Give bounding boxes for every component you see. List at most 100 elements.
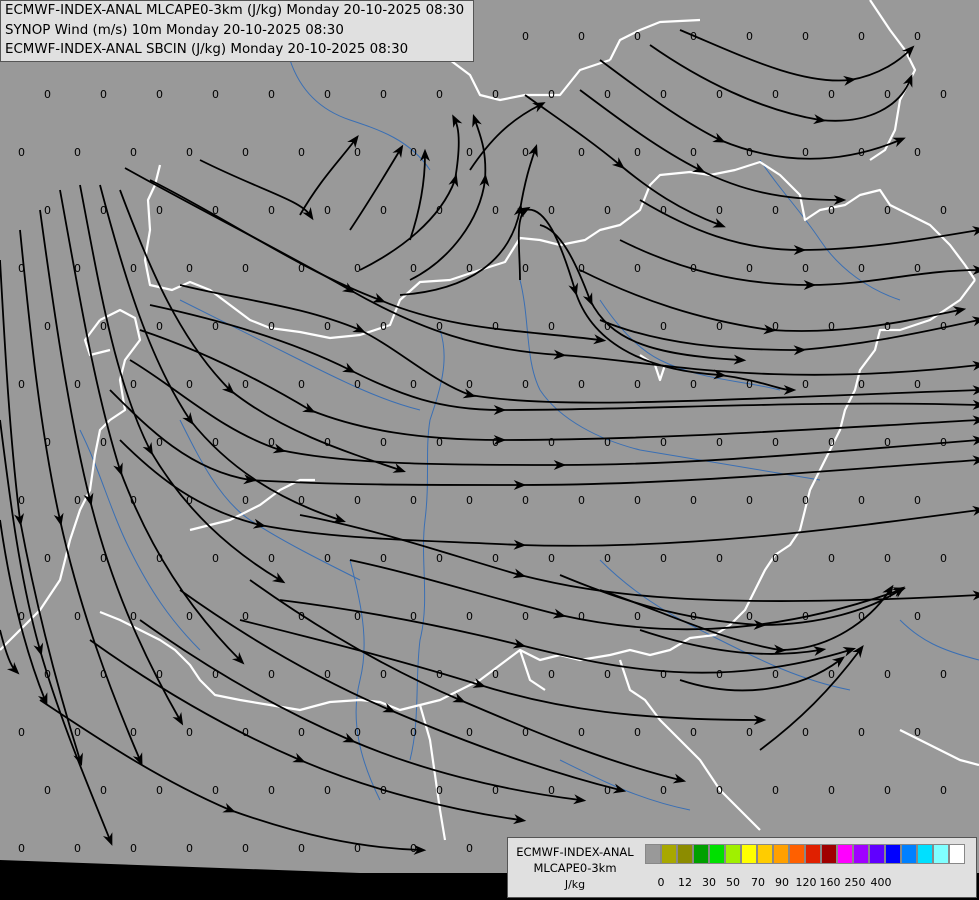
station-value: 0 — [492, 436, 499, 449]
legend-swatch — [917, 844, 933, 864]
legend-swatch — [661, 844, 677, 864]
station-value: 0 — [828, 784, 835, 797]
station-value: 0 — [18, 610, 25, 623]
station-value: 0 — [634, 146, 641, 159]
legend-tick-label: 0 — [657, 876, 665, 889]
station-value: 0 — [884, 436, 891, 449]
station-value: 0 — [802, 378, 809, 391]
station-value: 0 — [410, 262, 417, 275]
station-value: 0 — [354, 842, 361, 855]
weather-map: 0 0 0 0 0 0 0 0 0 0 0 0 0 0 0 0 0 0 0 0 0 0 0 0 0 0 0 0 0 0 0 0 0 0 0 0 0 0 0 0… — [0, 0, 979, 900]
station-value: 0 — [324, 320, 331, 333]
station-value: 0 — [268, 668, 275, 681]
station-value: 0 — [100, 88, 107, 101]
station-value: 0 — [268, 552, 275, 565]
station-value: 0 — [242, 842, 249, 855]
station-value: 0 — [242, 146, 249, 159]
station-value: 0 — [828, 552, 835, 565]
station-value: 0 — [354, 378, 361, 391]
station-value: 0 — [186, 262, 193, 275]
station-value: 0 — [186, 610, 193, 623]
station-value: 0 — [690, 30, 697, 43]
station-value: 0 — [156, 88, 163, 101]
station-value: 0 — [914, 146, 921, 159]
station-value: 0 — [380, 668, 387, 681]
station-value: 0 — [660, 204, 667, 217]
legend-tick-label: 400 — [870, 876, 892, 889]
station-value: 0 — [156, 204, 163, 217]
station-value: 0 — [772, 204, 779, 217]
station-value: 0 — [492, 88, 499, 101]
station-value: 0 — [802, 146, 809, 159]
header-title-wind: SYNOP Wind (m/s) 10m Monday 20-10-2025 0… — [5, 22, 344, 38]
station-value: 0 — [466, 610, 473, 623]
station-value: 0 — [436, 88, 443, 101]
station-value: 0 — [410, 726, 417, 739]
legend-swatch — [789, 844, 805, 864]
station-value: 0 — [242, 378, 249, 391]
station-value: 0 — [522, 378, 529, 391]
station-value: 0 — [298, 726, 305, 739]
station-value: 0 — [746, 494, 753, 507]
station-value: 0 — [940, 320, 947, 333]
station-value: 0 — [436, 552, 443, 565]
station-value: 0 — [772, 436, 779, 449]
station-value: 0 — [44, 88, 51, 101]
station-value: 0 — [410, 610, 417, 623]
station-value: 0 — [578, 726, 585, 739]
station-value: 0 — [18, 262, 25, 275]
station-value: 0 — [44, 320, 51, 333]
station-value: 0 — [380, 204, 387, 217]
station-value: 0 — [298, 262, 305, 275]
station-value: 0 — [100, 668, 107, 681]
station-value: 0 — [660, 436, 667, 449]
station-value: 0 — [660, 320, 667, 333]
station-value: 0 — [186, 378, 193, 391]
station-value: 0 — [940, 668, 947, 681]
station-value: 0 — [44, 204, 51, 217]
station-value: 0 — [268, 204, 275, 217]
station-value: 0 — [242, 494, 249, 507]
station-value: 0 — [884, 88, 891, 101]
station-value: 0 — [634, 378, 641, 391]
station-value: 0 — [884, 668, 891, 681]
station-value: 0 — [44, 784, 51, 797]
station-value: 0 — [634, 494, 641, 507]
station-value: 0 — [298, 610, 305, 623]
station-value: 0 — [130, 726, 137, 739]
station-value: 0 — [716, 436, 723, 449]
station-value: 0 — [772, 784, 779, 797]
station-value: 0 — [44, 552, 51, 565]
station-value: 0 — [212, 88, 219, 101]
station-value: 0 — [548, 204, 555, 217]
station-value: 0 — [716, 88, 723, 101]
legend-title-line1: ECMWF-INDEX-ANAL — [516, 845, 634, 859]
station-value: 0 — [548, 784, 555, 797]
station-value: 0 — [130, 610, 137, 623]
station-value: 0 — [380, 784, 387, 797]
station-value: 0 — [746, 262, 753, 275]
station-value: 0 — [634, 262, 641, 275]
station-value: 0 — [410, 378, 417, 391]
station-value: 0 — [130, 842, 137, 855]
station-value: 0 — [772, 552, 779, 565]
station-value: 0 — [914, 30, 921, 43]
station-value: 0 — [212, 552, 219, 565]
station-value: 0 — [268, 88, 275, 101]
station-value: 0 — [100, 436, 107, 449]
legend-swatch — [821, 844, 837, 864]
station-value: 0 — [156, 436, 163, 449]
legend-title-line2: MLCAPE0-3km — [533, 861, 617, 875]
station-value: 0 — [690, 726, 697, 739]
station-value: 0 — [940, 784, 947, 797]
station-value: 0 — [634, 610, 641, 623]
legend-tick-label: 250 — [844, 876, 866, 889]
station-value: 0 — [772, 88, 779, 101]
station-value: 0 — [772, 668, 779, 681]
station-value: 0 — [18, 494, 25, 507]
station-value: 0 — [746, 378, 753, 391]
legend-swatch — [869, 844, 885, 864]
legend-title: ECMWF-INDEX-ANAL MLCAPE0-3km — [510, 844, 640, 876]
station-value: 0 — [802, 610, 809, 623]
legend-swatch — [853, 844, 869, 864]
